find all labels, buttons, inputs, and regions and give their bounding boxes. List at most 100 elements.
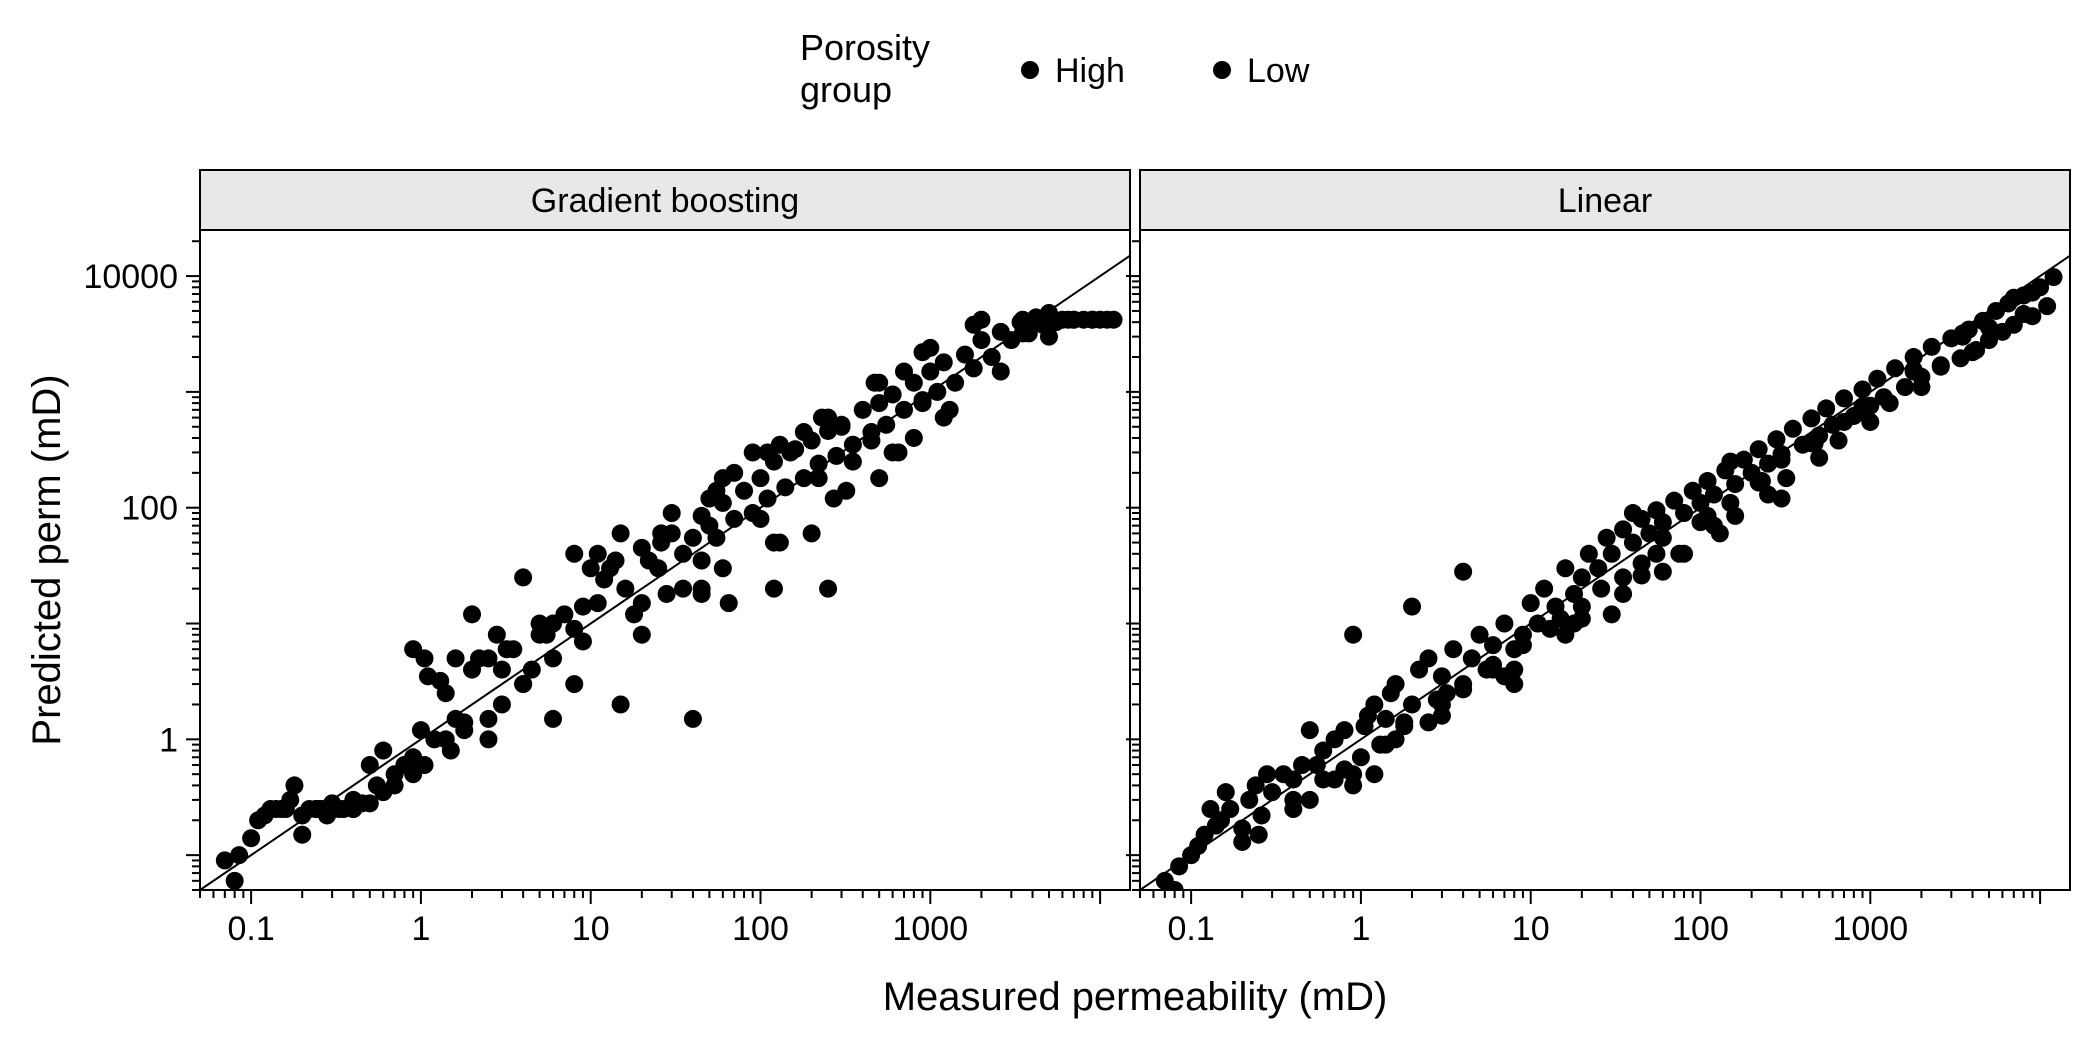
data-point — [1721, 453, 1739, 471]
svg-text:Porosity: Porosity — [800, 27, 930, 68]
data-point — [1495, 667, 1513, 685]
legend-marker-icon — [1021, 61, 1039, 79]
data-point — [1221, 800, 1239, 818]
data-point — [1802, 434, 1820, 452]
data-point — [374, 742, 392, 760]
data-point — [1654, 563, 1672, 581]
y-tick-label: 1 — [159, 721, 178, 759]
data-point — [1083, 311, 1101, 329]
data-point — [285, 776, 303, 794]
data-point — [972, 331, 990, 349]
data-point — [1344, 626, 1362, 644]
data-point — [1784, 420, 1802, 438]
data-point — [589, 594, 607, 612]
data-point — [447, 649, 465, 667]
data-point — [1065, 311, 1083, 329]
data-point — [344, 791, 362, 809]
data-point — [1624, 504, 1642, 522]
data-point — [877, 416, 895, 434]
data-point — [1514, 636, 1532, 654]
data-point — [684, 710, 702, 728]
data-point — [633, 594, 651, 612]
data-point — [1335, 760, 1353, 778]
legend: PorositygroupHighLow — [800, 27, 1310, 110]
legend-item-label: High — [1055, 52, 1125, 90]
data-point — [895, 401, 913, 419]
data-point — [684, 529, 702, 547]
x-tick-label: 1 — [411, 910, 430, 948]
data-point — [616, 580, 634, 598]
data-point — [1258, 765, 1276, 783]
data-point — [765, 580, 783, 598]
data-point — [1854, 380, 1872, 398]
data-point — [946, 374, 964, 392]
data-point — [1881, 394, 1899, 412]
legend-item-label: Low — [1247, 52, 1310, 90]
data-point — [1365, 695, 1383, 713]
x-axis-title: Measured permeability (mD) — [883, 975, 1388, 1019]
x-tick-label: 1000 — [1832, 910, 1908, 948]
data-point — [1573, 598, 1591, 616]
data-point — [1750, 474, 1768, 492]
data-point — [601, 559, 619, 577]
data-point — [735, 482, 753, 500]
data-point — [658, 585, 676, 603]
data-point — [1802, 409, 1820, 427]
x-tick-label: 10 — [572, 910, 610, 948]
data-point — [544, 615, 562, 633]
data-point — [803, 524, 821, 542]
data-point — [866, 374, 884, 392]
data-point — [1250, 826, 1268, 844]
data-point — [1403, 598, 1421, 616]
data-point — [992, 363, 1010, 381]
data-point — [1419, 649, 1437, 667]
data-point — [633, 626, 651, 644]
data-point — [714, 559, 732, 577]
data-point — [1217, 783, 1235, 801]
data-point — [1522, 594, 1540, 612]
data-point — [589, 545, 607, 563]
data-point — [844, 436, 862, 454]
data-point — [1284, 791, 1302, 809]
data-point — [1589, 559, 1607, 577]
scatter-facet-chart: PorositygroupHighLowPredicted perm (mD)M… — [0, 0, 2100, 1050]
data-point — [293, 826, 311, 844]
data-point — [1777, 469, 1795, 487]
data-point — [725, 510, 743, 528]
data-point — [1670, 545, 1688, 563]
data-point — [862, 432, 880, 450]
data-point — [1444, 640, 1462, 658]
data-point — [1556, 626, 1574, 644]
data-point — [1654, 513, 1672, 531]
data-point — [310, 800, 328, 818]
data-point — [242, 829, 260, 847]
data-point — [941, 401, 959, 419]
data-point — [1923, 338, 1941, 356]
data-point — [395, 756, 413, 774]
data-point — [493, 661, 511, 679]
data-point — [437, 730, 455, 748]
data-point — [226, 872, 244, 890]
data-point — [795, 423, 813, 441]
data-point — [854, 401, 872, 419]
data-point — [261, 800, 279, 818]
data-point — [479, 710, 497, 728]
data-point — [1454, 563, 1472, 581]
data-point — [437, 684, 455, 702]
data-point — [2015, 305, 2033, 323]
data-point — [2045, 268, 2063, 286]
facet-strip-label: Gradient boosting — [531, 182, 799, 220]
data-point — [1726, 475, 1744, 493]
data-point — [1835, 413, 1853, 431]
data-point — [1484, 636, 1502, 654]
data-point — [707, 529, 725, 547]
data-point — [1905, 361, 1923, 379]
data-point — [844, 453, 862, 471]
data-point — [759, 490, 777, 508]
data-point — [514, 675, 532, 693]
data-point — [1603, 545, 1621, 563]
data-point — [810, 469, 828, 487]
data-point — [765, 534, 783, 552]
data-point — [1556, 559, 1574, 577]
data-point — [752, 510, 770, 528]
